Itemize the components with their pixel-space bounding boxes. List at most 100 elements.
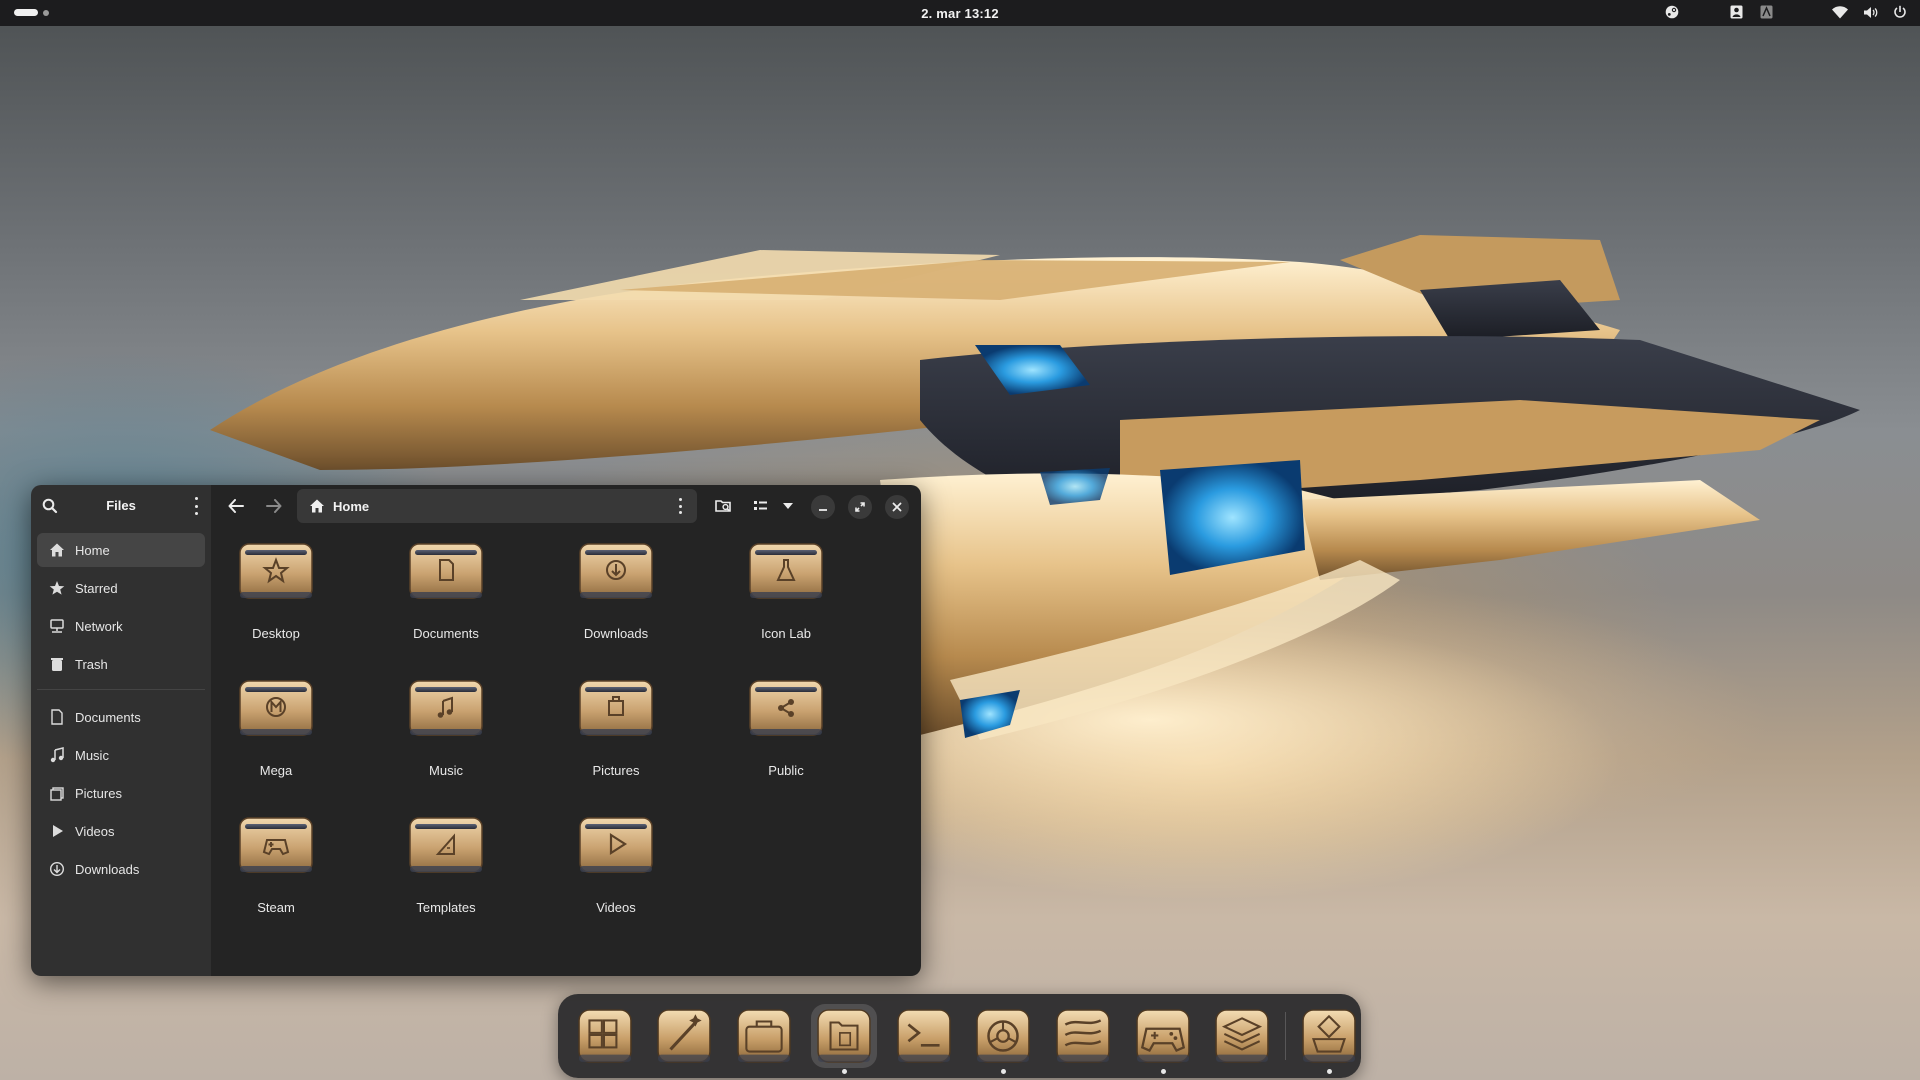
- power-icon[interactable]: [1892, 4, 1908, 20]
- folder-videos[interactable]: Videos: [551, 812, 681, 915]
- system-tray: [1664, 4, 1908, 20]
- folder-templates[interactable]: Templates: [381, 812, 511, 915]
- folder-label[interactable]: Music: [381, 763, 511, 778]
- pictures-icon: [49, 785, 65, 801]
- layers-icon[interactable]: [1209, 1004, 1275, 1068]
- back-arrow-icon[interactable]: [225, 495, 247, 517]
- folder-icon[interactable]: [407, 538, 485, 602]
- wifi-icon[interactable]: [1832, 4, 1848, 20]
- sidebar-item-trash[interactable]: Trash: [37, 647, 205, 681]
- magic-wand-icon[interactable]: [651, 1004, 717, 1068]
- folder-label[interactable]: Pictures: [551, 763, 681, 778]
- sidebar-item-videos[interactable]: Videos: [37, 814, 205, 848]
- folder-icon-lab[interactable]: Icon Lab: [721, 538, 851, 641]
- sidebar-item-label: Videos: [75, 823, 115, 839]
- folder-desktop[interactable]: Desktop: [211, 538, 341, 641]
- folder-label[interactable]: Icon Lab: [721, 626, 851, 641]
- folder-icon[interactable]: [407, 675, 485, 739]
- terminal-icon[interactable]: [891, 1004, 957, 1068]
- sidebar-item-label: Starred: [75, 580, 118, 596]
- app-grid-icon[interactable]: [572, 1004, 638, 1068]
- forward-arrow-icon[interactable]: [263, 495, 285, 517]
- path-current-location[interactable]: Home: [333, 499, 369, 514]
- sidebar-item-pictures[interactable]: Pictures: [37, 776, 205, 810]
- running-indicator: [1001, 1069, 1006, 1074]
- sidebar-item-network[interactable]: Network: [37, 609, 205, 643]
- maximize-icon[interactable]: [848, 495, 872, 519]
- folder-label[interactable]: Downloads: [551, 626, 681, 641]
- user-icon[interactable]: [1728, 4, 1744, 20]
- steam-icon[interactable]: [1664, 4, 1680, 20]
- files-sidebar: Files Home Starred Network Trash Documents M…: [31, 485, 211, 976]
- top-bar: 2. mar 13:12: [0, 0, 1920, 26]
- sidebar-item-label: Trash: [75, 656, 108, 672]
- briefcase-icon[interactable]: [731, 1004, 797, 1068]
- folder-downloads[interactable]: Downloads: [551, 538, 681, 641]
- running-indicator: [1327, 1069, 1332, 1074]
- sidebar-item-documents[interactable]: Documents: [37, 700, 205, 734]
- folder-icon[interactable]: [747, 538, 825, 602]
- browser-icon[interactable]: [970, 1004, 1036, 1074]
- downloads-icon: [49, 861, 65, 877]
- view-options-chevron-icon[interactable]: [777, 495, 799, 517]
- folder-label[interactable]: Mega: [211, 763, 341, 778]
- running-indicator: [1161, 1069, 1166, 1074]
- close-icon[interactable]: [885, 495, 909, 519]
- folder-label[interactable]: Steam: [211, 900, 341, 915]
- folder-icon[interactable]: [407, 812, 485, 876]
- folder-icon[interactable]: [577, 675, 655, 739]
- folder-search-icon[interactable]: [712, 495, 734, 517]
- folder-label[interactable]: Templates: [381, 900, 511, 915]
- places-list: Home Starred Network Trash: [31, 533, 211, 681]
- sidebar-item-label: Downloads: [75, 861, 140, 877]
- folder-label[interactable]: Desktop: [211, 626, 341, 641]
- home-icon: [309, 498, 325, 514]
- folder-label[interactable]: Public: [721, 763, 851, 778]
- home-icon: [49, 542, 65, 558]
- videos-icon: [49, 823, 65, 839]
- folder-icon[interactable]: [237, 812, 315, 876]
- folder-icon[interactable]: [577, 538, 655, 602]
- volume-icon[interactable]: [1862, 4, 1878, 20]
- sidebar-item-music[interactable]: Music: [37, 738, 205, 772]
- folder-music[interactable]: Music: [381, 675, 511, 778]
- sidebar-item-label: Network: [75, 618, 123, 634]
- sidebar-divider: [37, 689, 205, 690]
- folder-pictures[interactable]: Pictures: [551, 675, 681, 778]
- path-bar[interactable]: Home: [297, 489, 697, 523]
- app-title: Files: [106, 498, 136, 513]
- files-window: Files Home Starred Network Trash Documents M…: [31, 485, 921, 976]
- folder-label[interactable]: Documents: [381, 626, 511, 641]
- folder-public[interactable]: Public: [721, 675, 851, 778]
- running-indicator: [842, 1069, 847, 1074]
- path-menu-icon[interactable]: [679, 498, 683, 514]
- folder-documents[interactable]: Documents: [381, 538, 511, 641]
- header-bar: Home: [211, 485, 921, 527]
- user-alt-icon[interactable]: [1758, 4, 1774, 20]
- folder-label[interactable]: Videos: [551, 900, 681, 915]
- trash-icon: [49, 656, 65, 672]
- sidebar-item-downloads[interactable]: Downloads: [37, 852, 205, 886]
- gamepad-icon[interactable]: [1130, 1004, 1196, 1074]
- music-icon: [49, 747, 65, 763]
- files-icon[interactable]: [811, 1004, 877, 1074]
- sidebar-item-label: Music: [75, 747, 109, 763]
- clock[interactable]: 2. mar 13:12: [0, 6, 1920, 21]
- folder-mega[interactable]: Mega: [211, 675, 341, 778]
- folder-icon[interactable]: [237, 675, 315, 739]
- folder-steam[interactable]: Steam: [211, 812, 341, 915]
- sidebar-item-label: Home: [75, 542, 110, 558]
- folder-icon[interactable]: [577, 812, 655, 876]
- minimize-icon[interactable]: [811, 495, 835, 519]
- sidebar-item-starred[interactable]: Starred: [37, 571, 205, 605]
- sidebar-menu-icon[interactable]: [193, 497, 199, 515]
- waves-icon[interactable]: [1050, 1004, 1116, 1068]
- folder-icon[interactable]: [747, 675, 825, 739]
- list-view-icon[interactable]: [750, 495, 772, 517]
- settings-bot-icon[interactable]: [1296, 1004, 1362, 1074]
- bookmarks-list: Documents Music Pictures Videos Downloads: [31, 700, 211, 886]
- star-icon: [49, 580, 65, 596]
- sidebar-item-home[interactable]: Home: [37, 533, 205, 567]
- folder-icon[interactable]: [237, 538, 315, 602]
- files-main: Home DesktopDocumentsDownloadsIcon La: [211, 485, 921, 976]
